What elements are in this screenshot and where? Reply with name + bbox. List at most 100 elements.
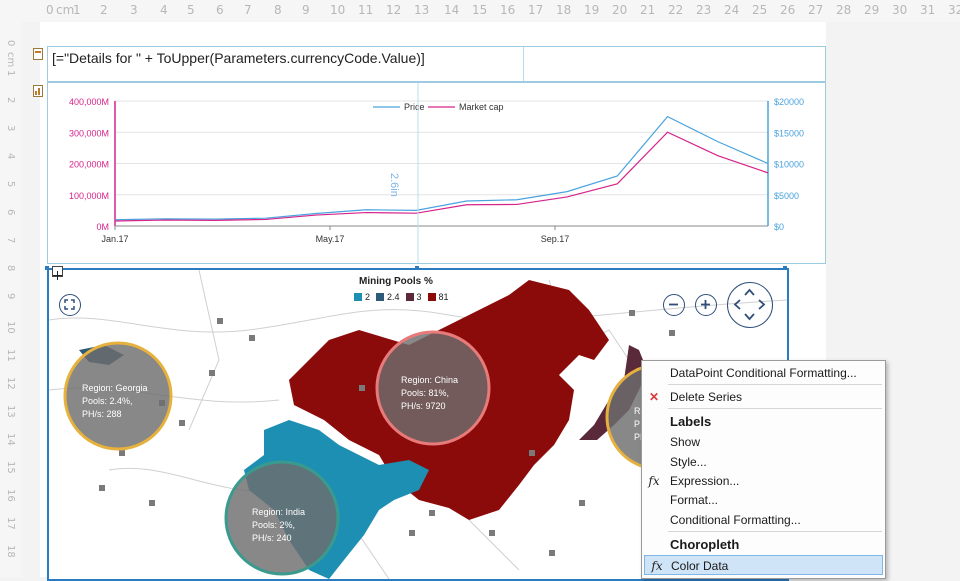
resize-handle[interactable]	[45, 266, 49, 270]
ruler-tick-label: 27	[808, 3, 824, 17]
left-axis-tick-label: 400,000M	[69, 97, 109, 107]
ruler-tick-label: 11	[5, 349, 16, 362]
x-axis-tick-label: May.17	[316, 234, 345, 244]
bubble-text: Pools: 81%,	[401, 388, 450, 398]
textbox-column-divider	[523, 47, 524, 81]
ruler-tick-label: 28	[836, 3, 852, 17]
line-chart-box[interactable]: 400,000M 300,000M 200,000M 100,000M 0M $20000…	[47, 82, 826, 264]
menu-item-datapoint-conditional-formatting[interactable]: DataPoint Conditional Formatting...	[642, 363, 885, 383]
menu-item-label: Color Data	[671, 559, 729, 573]
textbox-icon[interactable]	[33, 47, 43, 60]
menu-item-delete-series[interactable]: ✕ Delete Series	[642, 387, 885, 407]
menu-separator	[668, 531, 882, 532]
ruler-tick-label: 9	[302, 3, 310, 17]
ruler-tick-label: 32	[948, 3, 960, 17]
menu-item-label: DataPoint Conditional Formatting...	[670, 366, 857, 380]
ruler-tick-label: 10	[5, 321, 16, 334]
line-chart: 400,000M 300,000M 200,000M 100,000M 0M $20000…	[69, 83, 804, 263]
ruler-tick-label: 5	[5, 181, 16, 188]
bubble-label-georgia: Region: Georgia Pools: 2.4%, PH/s: 288	[82, 382, 148, 421]
fit-view-button[interactable]	[59, 294, 81, 316]
legend-swatch-3	[405, 293, 414, 301]
menu-item-format[interactable]: Format...	[642, 490, 885, 510]
map-title: Mining Pools %	[359, 276, 433, 287]
ruler-tick-label: 16	[500, 3, 516, 17]
ruler-tick-label: 13	[414, 3, 430, 17]
fx-icon: fx	[651, 559, 663, 573]
legend-swatch-2-4	[376, 293, 385, 301]
legend-label: 2.4	[387, 292, 400, 302]
menu-item-color-data[interactable]: fx Color Data	[644, 555, 883, 575]
x-axis-tick-label: Jan.17	[101, 234, 128, 244]
chart-icon[interactable]	[33, 84, 43, 97]
menu-item-style[interactable]: Style...	[642, 452, 885, 472]
bubble-text: PH/s: 9720	[401, 401, 446, 411]
context-menu: DataPoint Conditional Formatting... ✕ De…	[641, 360, 886, 579]
ruler-tick-label: 18	[556, 3, 572, 17]
map-legend: 2 2.4 3 81	[354, 292, 449, 302]
ruler-tick-label: 12	[386, 3, 402, 17]
menu-item-show[interactable]: Show	[642, 432, 885, 452]
bubble-text: Region: Georgia	[82, 383, 148, 393]
zoom-out-button[interactable]	[663, 294, 685, 316]
ruler-tick-label: 24	[724, 3, 740, 17]
bubble-text: Pools: 2.4%,	[82, 396, 133, 406]
ruler-tick-label: 10	[330, 3, 346, 17]
menu-item-conditional-formatting[interactable]: Conditional Formatting...	[642, 510, 885, 530]
bubble-text: Region: China	[401, 375, 459, 385]
ruler-tick-label: cm	[5, 52, 16, 68]
ruler-tick-label: 14	[5, 433, 16, 446]
ruler-tick-label: 2	[5, 97, 16, 104]
bubble-label-china: Region: China Pools: 81%, PH/s: 9720	[401, 374, 458, 413]
ruler-tick-label: 15	[5, 461, 16, 474]
horizontal-ruler: 0 cm 1 2 3 4 5 6 7 8 9 10 11 12 13 14 15 16 17 18 19 20 21 22 23…	[0, 0, 960, 23]
pan-control[interactable]	[727, 282, 773, 328]
ruler-tick-label: 8	[5, 265, 16, 272]
menu-item-label: Format...	[670, 493, 719, 507]
bubble-text: PH/s: 240	[252, 533, 292, 543]
ruler-tick-label: 11	[358, 3, 374, 17]
ruler-tick-label: 1	[73, 3, 81, 17]
ruler-tick-label: 9	[5, 293, 16, 300]
ruler-tick-label: 7	[244, 3, 252, 17]
ruler-tick-label: 1	[5, 70, 16, 77]
ruler-tick-label: 21	[640, 3, 656, 17]
legend-label: 3	[416, 292, 422, 302]
menu-separator	[668, 384, 882, 385]
minus-icon	[669, 303, 678, 306]
ruler-tick-label: 8	[274, 3, 282, 17]
ruler-tick-label: 25	[752, 3, 768, 17]
details-textbox[interactable]: [="Details for " + ToUpper(Parameters.cu…	[47, 46, 826, 82]
menu-item-expression[interactable]: fx Expression...	[642, 471, 885, 491]
right-axis-tick-label: $20000	[774, 97, 804, 107]
resize-handle[interactable]	[783, 266, 787, 270]
right-axis-tick-label: $15000	[774, 128, 804, 138]
ruler-tick-label: 19	[584, 3, 600, 17]
zoom-in-button[interactable]	[695, 294, 717, 316]
ruler-tick-label: 20	[612, 3, 628, 17]
ruler-tick-label: 4	[160, 3, 168, 17]
fx-icon: fx	[648, 474, 660, 488]
legend-swatch-81	[427, 293, 436, 301]
ruler-tick-label: 6	[5, 209, 16, 216]
expand-icon	[64, 299, 75, 310]
ruler-tick-label: 15	[472, 3, 488, 17]
menu-header-labels: Labels	[642, 412, 885, 432]
right-axis-tick-label: $10000	[774, 160, 804, 170]
ruler-tick-label: 17	[5, 517, 16, 530]
ruler-tick-label: 23	[696, 3, 712, 17]
ruler-tick-label: 5	[187, 3, 195, 17]
move-handle[interactable]	[52, 266, 63, 280]
ruler-tick-label: 18	[5, 545, 16, 558]
ruler-tick-label: 3	[5, 125, 16, 132]
ruler-tick-label: 7	[5, 237, 16, 244]
x-axis-tick-label: Sep.17	[541, 234, 570, 244]
bubble-text: Pools: 2%,	[252, 520, 296, 530]
resize-handle[interactable]	[415, 266, 419, 270]
menu-header-label: Choropleth	[670, 537, 740, 552]
right-axis-tick-label: $5000	[774, 191, 799, 201]
menu-item-label: Conditional Formatting...	[670, 513, 801, 527]
ruler-tick-label: cm	[56, 3, 75, 17]
legend-label-price: Price	[404, 102, 425, 112]
bubble-label-india: Region: India Pools: 2%, PH/s: 240	[252, 506, 305, 545]
